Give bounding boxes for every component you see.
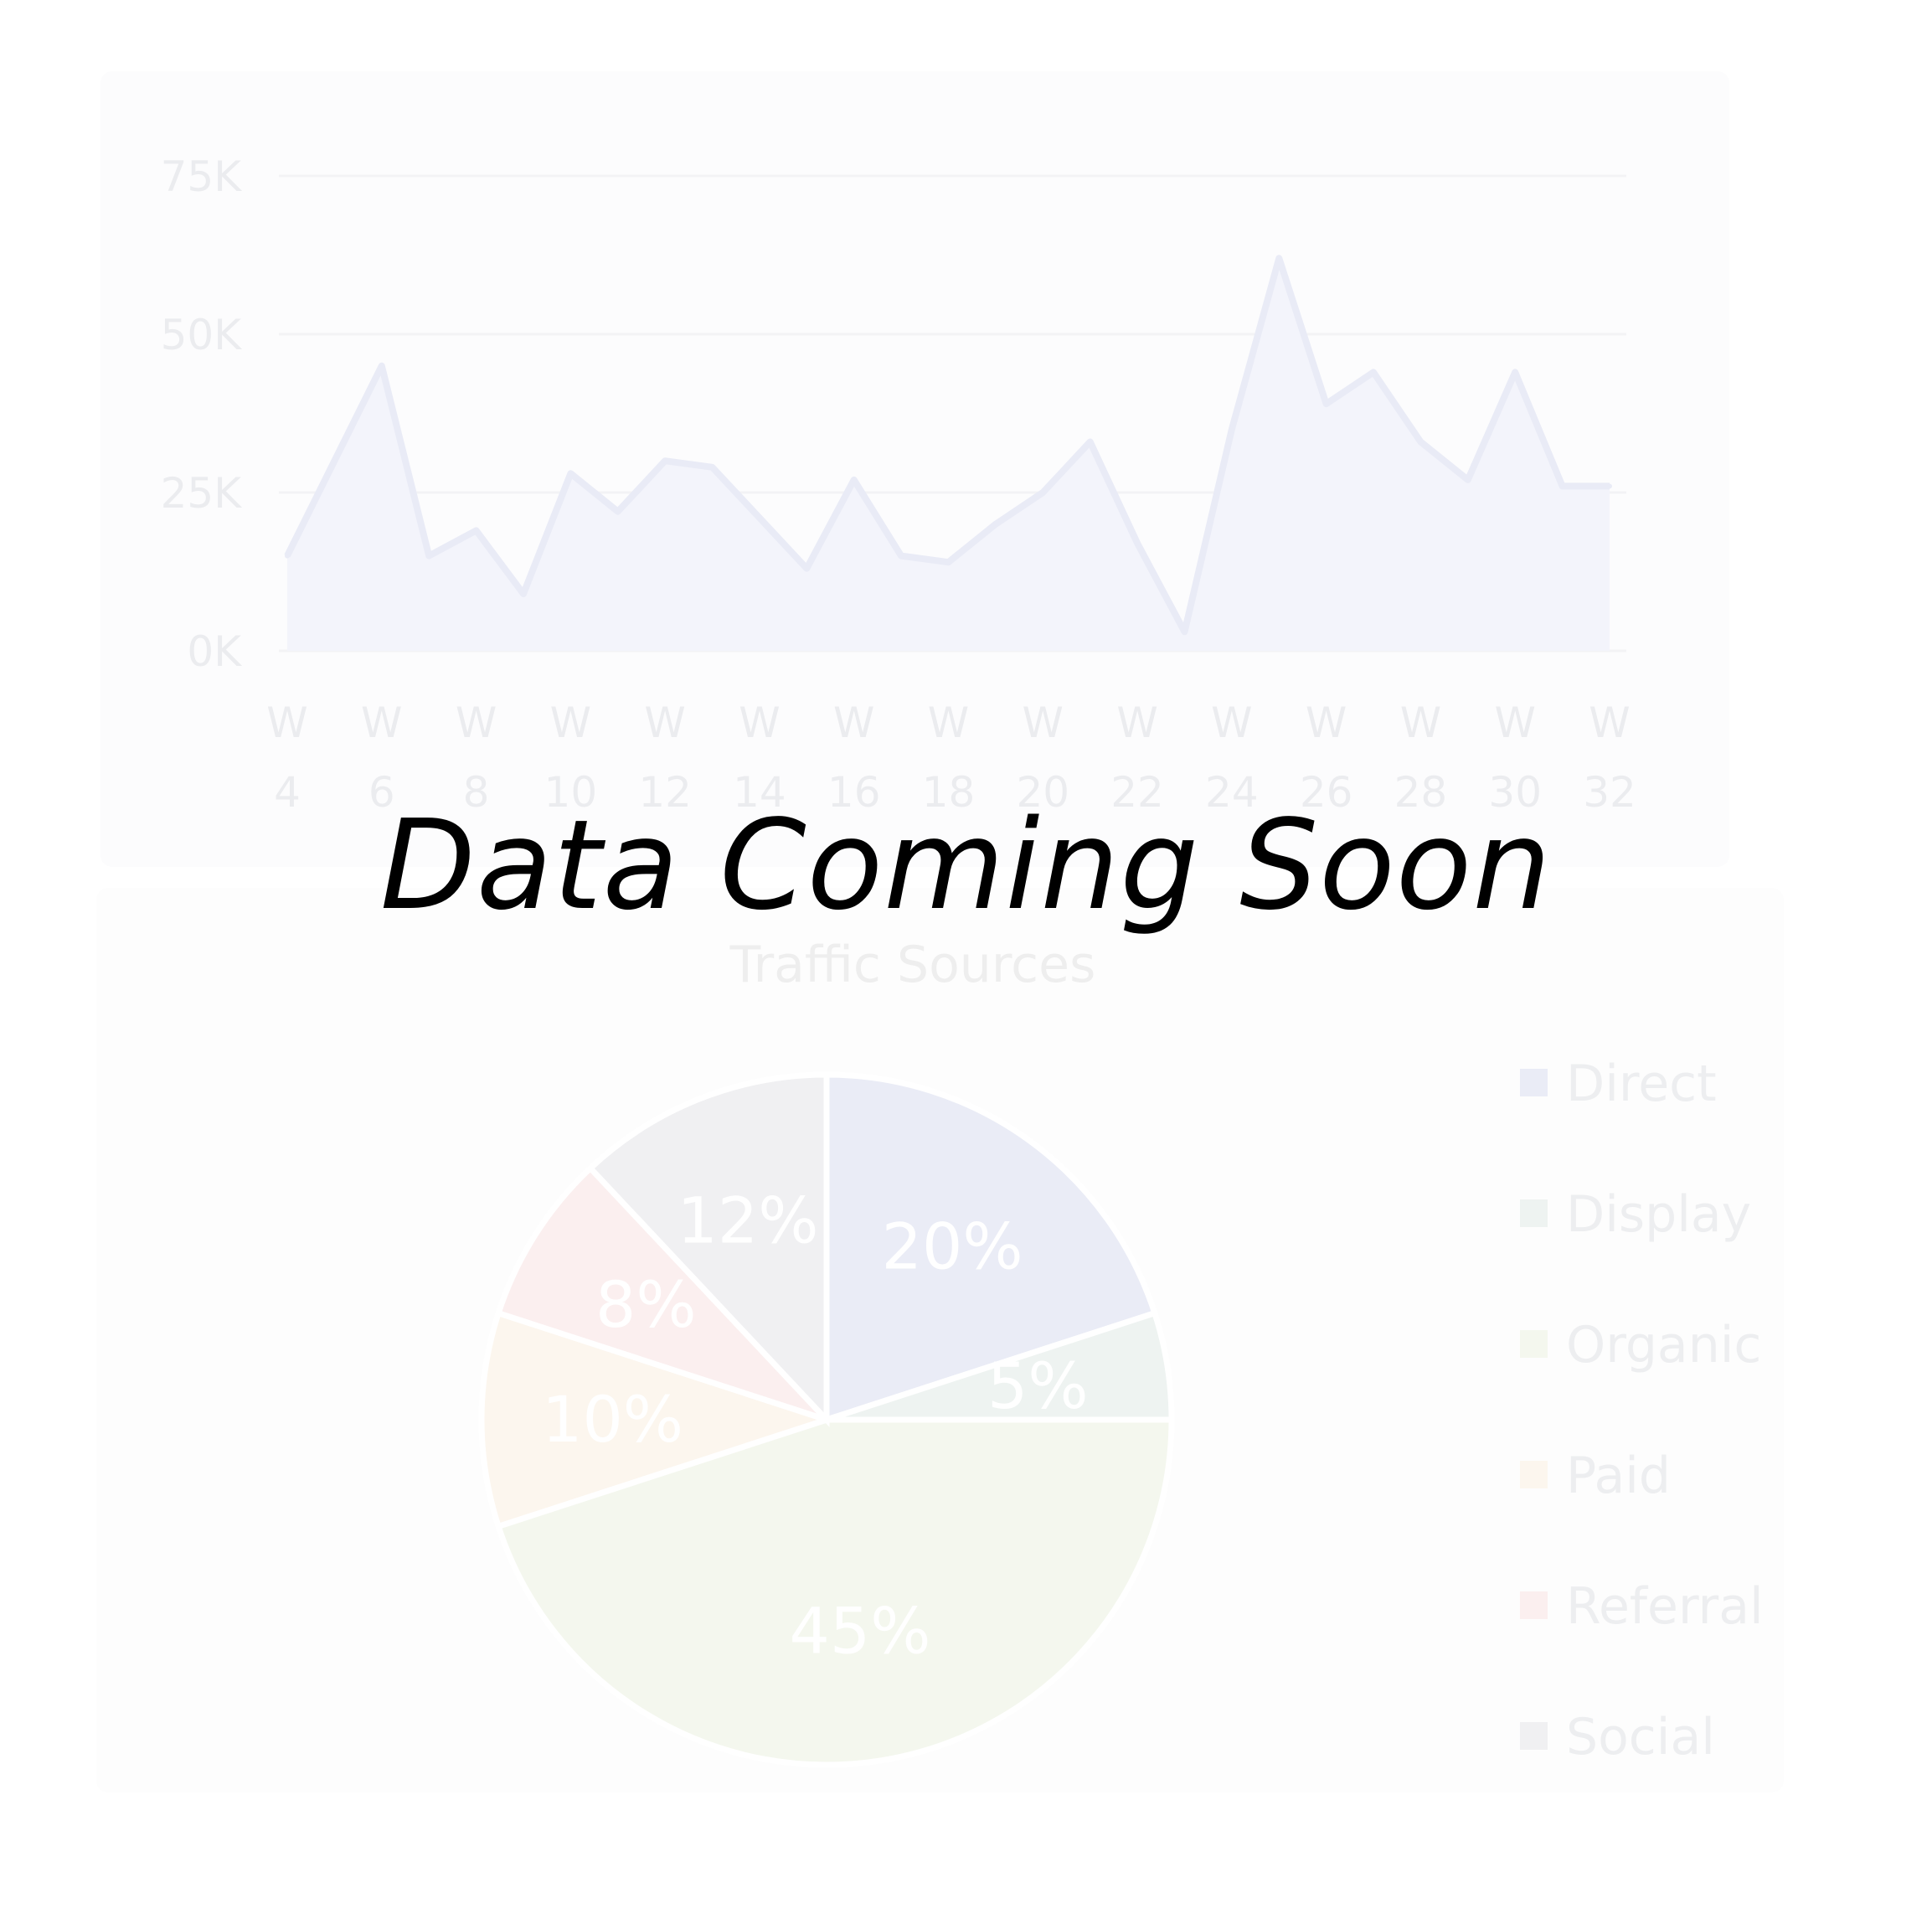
data-point (1465, 477, 1471, 482)
x-tick-prefix: W (1116, 699, 1157, 747)
pie-slice-label: 45% (789, 1593, 930, 1668)
legend-swatch-paid (1520, 1461, 1548, 1488)
data-point (426, 553, 432, 559)
x-tick-prefix: W (1589, 699, 1630, 747)
data-point (1276, 255, 1282, 261)
legend-label-social: Social (1566, 1708, 1715, 1767)
y-tick-label: 25K (161, 469, 243, 518)
pie-slice-label: 5% (987, 1349, 1089, 1423)
x-tick-prefix: W (644, 699, 685, 747)
pie-slice-label: 12% (677, 1183, 819, 1257)
legend-label-organic: Organic (1566, 1316, 1761, 1375)
weekly-traffic-area-chart: 0K25K50K75KW 4W 6W 8W 10W 12W 14W 16W 18W 20W 22W 2… (161, 152, 1636, 817)
data-point (520, 591, 526, 596)
data-point (379, 363, 384, 369)
x-tick-prefix: W (739, 699, 780, 747)
data-point (1512, 369, 1518, 375)
data-point (1229, 426, 1234, 432)
legend-swatch-organic (1520, 1330, 1548, 1358)
data-point (756, 515, 762, 521)
data-point (804, 565, 810, 571)
data-point (899, 553, 904, 559)
x-tick-prefix: W (361, 699, 402, 747)
x-tick-prefix: W (1306, 699, 1347, 747)
x-tick-prefix: W (1494, 699, 1535, 747)
traffic-sources-pie-chart: Traffic Sources 20% 5% 45% 10% 8% 12% Direct Dis… (478, 936, 1764, 1768)
data-point (662, 458, 668, 464)
data-point (473, 528, 479, 534)
legend-swatch-social (1520, 1722, 1548, 1750)
x-tick-prefix: W (456, 699, 497, 747)
legend-swatch-referral (1520, 1591, 1548, 1619)
x-tick-prefix: W (550, 699, 591, 747)
data-point (1135, 540, 1141, 546)
data-point (1371, 369, 1377, 375)
data-point (615, 508, 621, 514)
x-tick-label: W 32 (1583, 699, 1636, 817)
y-tick-label: 0K (187, 627, 242, 676)
legend-swatch-direct (1520, 1069, 1548, 1096)
data-point (1418, 439, 1424, 445)
legend-label-direct: Direct (1566, 1055, 1717, 1113)
x-tick-label: W4 (266, 699, 307, 817)
data-point (1040, 490, 1046, 495)
data-point (709, 464, 715, 470)
pie-slice-label: 20% (882, 1209, 1023, 1283)
data-point (568, 471, 574, 477)
legend-label-referral: Referral (1566, 1577, 1764, 1636)
dashboard-stage: 0K 25K 50K 75K W 4 W 6 W 8 W 10 W 12 W 14 W 16 W 18 W 20 W 22 W 2… (0, 0, 1932, 1929)
y-tick-label: 50K (161, 311, 243, 359)
traffic-area-fill (287, 258, 1610, 651)
data-point (945, 560, 951, 565)
x-tick-prefix: W (833, 699, 874, 747)
data-point (285, 553, 290, 559)
x-tick-prefix: W (266, 699, 307, 747)
x-tick-prefix: W (928, 699, 969, 747)
data-point (332, 458, 337, 464)
x-tick-prefix: W (1400, 699, 1441, 747)
pie-subtitle: Traffic Sources (729, 936, 1096, 994)
data-coming-soon-overlay: Data Coming Soon (379, 793, 1553, 937)
data-point (1182, 629, 1188, 635)
pie-slice-label: 10% (542, 1382, 683, 1457)
legend-label-paid: Paid (1566, 1447, 1671, 1505)
data-point (1607, 483, 1612, 489)
charts-canvas: 0K25K50K75KW 4W 6W 8W 10W 12W 14W 16W 18W 20W 22W 2… (161, 152, 1764, 1768)
data-point (1087, 439, 1093, 445)
legend-label-display: Display (1566, 1185, 1751, 1244)
x-tick-prefix: W (1023, 699, 1064, 747)
data-point (851, 477, 857, 482)
data-point (1323, 401, 1329, 407)
legend-swatch-display (1520, 1199, 1548, 1227)
x-tick-prefix: W (1211, 699, 1252, 747)
y-tick-label: 75K (161, 152, 243, 201)
data-point (1559, 483, 1565, 489)
data-point (992, 521, 998, 527)
pie-slice-label: 8% (595, 1267, 697, 1342)
